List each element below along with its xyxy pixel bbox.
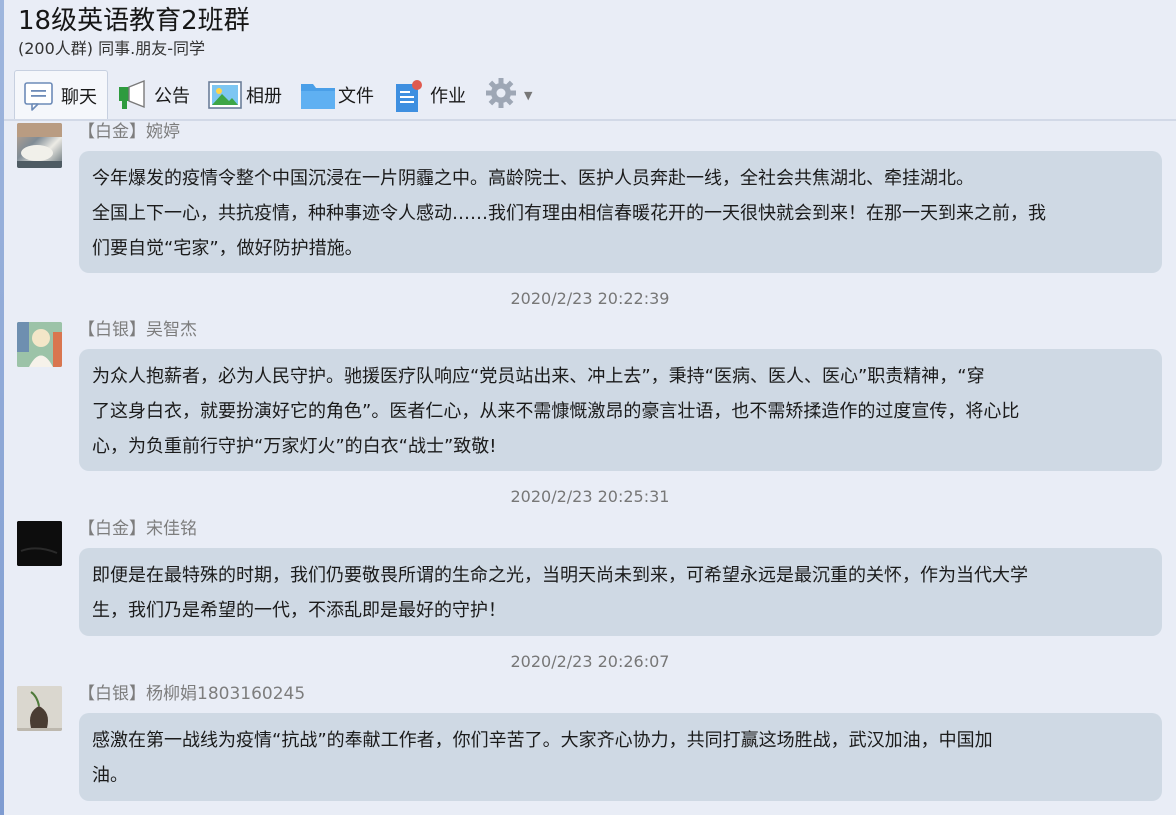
folder-icon — [300, 79, 335, 111]
message-timestamp: 2020/2/23 20:26:07 — [510, 652, 670, 671]
message-timestamp: 2020/2/23 20:25:31 — [510, 487, 670, 506]
tab-files[interactable]: 文件 — [292, 70, 384, 120]
group-header: 18级英语教育2班群 (200人群) 同事.朋友-同学 — [18, 4, 250, 60]
album-icon — [208, 79, 242, 111]
avatar[interactable] — [17, 123, 62, 168]
tab-chat-label: 聊天 — [61, 86, 97, 108]
message-line: 为众人抱薪者，必为人民守护。驰援医疗队响应“党员站出来、冲上去”，秉持“医病、医… — [92, 366, 985, 387]
sender-name: 【白银】吴智杰 — [78, 320, 197, 340]
group-title: 18级英语教育2班群 — [18, 6, 250, 36]
tab-homework-label: 作业 — [430, 86, 466, 107]
message-line: 感激在第一战线为疫情“抗战”的奉献工作者，你们辛苦了。大家齐心协力，共同打赢这场… — [92, 730, 993, 751]
message-timestamp: 2020/2/23 20:22:39 — [510, 289, 670, 308]
message-line: 们要自觉“宅家”，做好防护措施。 — [92, 238, 363, 259]
message-bubble[interactable]: 今年爆发的疫情令整个中国沉浸在一片阴霾之中。高龄院士、医护人员奔赴一线，全社会共… — [79, 151, 1162, 273]
message-line: 全国上下一心，共抗疫情，种种事迹令人感动……我们有理由相信春暖花开的一天很快就会… — [92, 203, 1046, 224]
avatar[interactable] — [17, 521, 62, 566]
sender-name: 【白金】宋佳铭 — [78, 519, 197, 539]
message-line: 即便是在最特殊的时期，我们仍要敬畏所谓的生命之光，当明天尚未到来，可希望永远是最… — [92, 565, 1028, 586]
group-toolbar: 聊天 公告 相册 文件 作业 ▼ — [14, 70, 540, 120]
message-line: 今年爆发的疫情令整个中国沉浸在一片阴霾之中。高龄院士、医护人员奔赴一线，全社会共… — [92, 168, 974, 189]
tab-chat[interactable]: 聊天 — [14, 70, 108, 120]
message-line: 生，我们乃是希望的一代，不添乱即是最好的守护！ — [92, 600, 506, 621]
settings-button[interactable]: ▼ — [476, 70, 540, 120]
sender-name: 【白银】杨柳娟1803160245 — [78, 684, 306, 704]
gear-icon — [484, 76, 518, 114]
message-bubble[interactable]: 为众人抱薪者，必为人民守护。驰援医疗队响应“党员站出来、冲上去”，秉持“医病、医… — [79, 349, 1162, 471]
announcement-icon — [116, 79, 148, 111]
avatar[interactable] — [17, 686, 62, 731]
message-line: 了这身白衣，就要扮演好它的角色”。医者仁心，从来不需慷慨激昂的豪言壮语，也不需矫… — [92, 401, 1020, 422]
notification-badge — [412, 80, 422, 90]
tab-album[interactable]: 相册 — [200, 70, 292, 120]
tab-homework[interactable]: 作业 — [384, 70, 476, 120]
message-bubble[interactable]: 感激在第一战线为疫情“抗战”的奉献工作者，你们辛苦了。大家齐心协力，共同打赢这场… — [79, 713, 1162, 801]
message-bubble[interactable]: 即便是在最特殊的时期，我们仍要敬畏所谓的生命之光，当明天尚未到来，可希望永远是最… — [79, 548, 1162, 636]
chat-icon — [23, 80, 55, 112]
chat-messages-area[interactable]: 【白金】婉婷 今年爆发的疫情令整个中国沉浸在一片阴霾之中。高龄院士、医护人员奔赴… — [4, 121, 1176, 815]
tab-files-label: 文件 — [338, 86, 374, 107]
tab-announcement[interactable]: 公告 — [108, 70, 200, 120]
message-line: 心，为负重前行守护“万家灯火”的白衣“战士”致敬! — [92, 436, 497, 457]
homework-icon — [392, 79, 424, 112]
sender-name: 【白金】婉婷 — [78, 122, 180, 142]
chevron-down-icon: ▼ — [524, 88, 533, 102]
tab-announcement-label: 公告 — [154, 86, 190, 107]
message-line: 油。 — [92, 765, 128, 786]
tab-album-label: 相册 — [246, 86, 282, 107]
group-subtitle: (200人群) 同事.朋友-同学 — [18, 39, 205, 58]
avatar[interactable] — [17, 322, 62, 367]
